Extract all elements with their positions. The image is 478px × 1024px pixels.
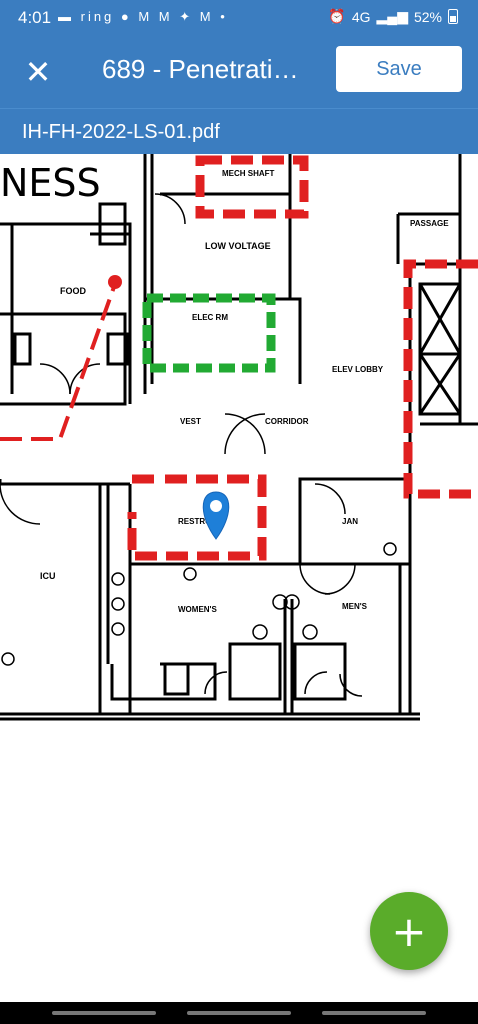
- close-icon: ✕: [24, 54, 52, 90]
- map-marker-icon: [210, 500, 222, 512]
- battery-label: 52%: [413, 8, 442, 25]
- room-label: WOMEN'S: [178, 605, 217, 614]
- app-bar: ✕ 689 - Penetrations Save: [0, 34, 478, 108]
- system-navigation-bar: [0, 1002, 478, 1024]
- notification-icons: ▬ ring ● M M ✦ M •: [58, 9, 228, 24]
- room-label: VEST: [180, 417, 201, 426]
- room-label: ICU: [40, 571, 56, 581]
- room-label: MEN'S: [342, 602, 368, 611]
- floor-plan-drawing[interactable]: NESS MECH SHAFT LOW VOLTAGE FOOD ELEC RM…: [0, 154, 478, 724]
- save-button[interactable]: Save: [336, 46, 462, 92]
- nav-home-indicator[interactable]: [187, 1011, 291, 1015]
- file-bar: IH-FH-2022-LS-01.pdf: [0, 108, 478, 155]
- room-label: PASSAGE: [410, 219, 449, 228]
- room-label: ELEC RM: [192, 313, 228, 322]
- room-label: NESS: [0, 161, 101, 205]
- room-label: FOOD: [60, 286, 86, 296]
- alarm-icon: ⏰: [328, 8, 346, 24]
- room-label: JAN: [342, 517, 358, 526]
- system-icons: ⏰ 4G ▂▄▆ 52%: [328, 8, 458, 25]
- nav-recents-indicator[interactable]: [52, 1011, 156, 1015]
- room-label: MECH SHAFT: [222, 169, 275, 178]
- markup-point[interactable]: [108, 275, 122, 289]
- network-label: 4G: [351, 8, 371, 25]
- plus-icon: +: [391, 907, 427, 956]
- close-button[interactable]: ✕: [18, 52, 58, 92]
- battery-icon: [448, 9, 458, 24]
- status-bar: 4:01 ▬ ring ● M M ✦ M • ⏰ 4G ▂▄▆ 52%: [0, 0, 478, 34]
- signal-icon: ▂▄▆: [376, 8, 408, 24]
- room-label: ELEV LOBBY: [332, 365, 384, 374]
- page-title: 689 - Penetrations: [102, 54, 302, 84]
- add-markup-button[interactable]: +: [370, 892, 448, 970]
- file-name[interactable]: IH-FH-2022-LS-01.pdf: [22, 121, 220, 144]
- room-label: CORRIDOR: [265, 417, 309, 426]
- clock: 4:01: [18, 8, 52, 27]
- room-label: LOW VOLTAGE: [205, 241, 271, 251]
- nav-back-indicator[interactable]: [322, 1011, 426, 1015]
